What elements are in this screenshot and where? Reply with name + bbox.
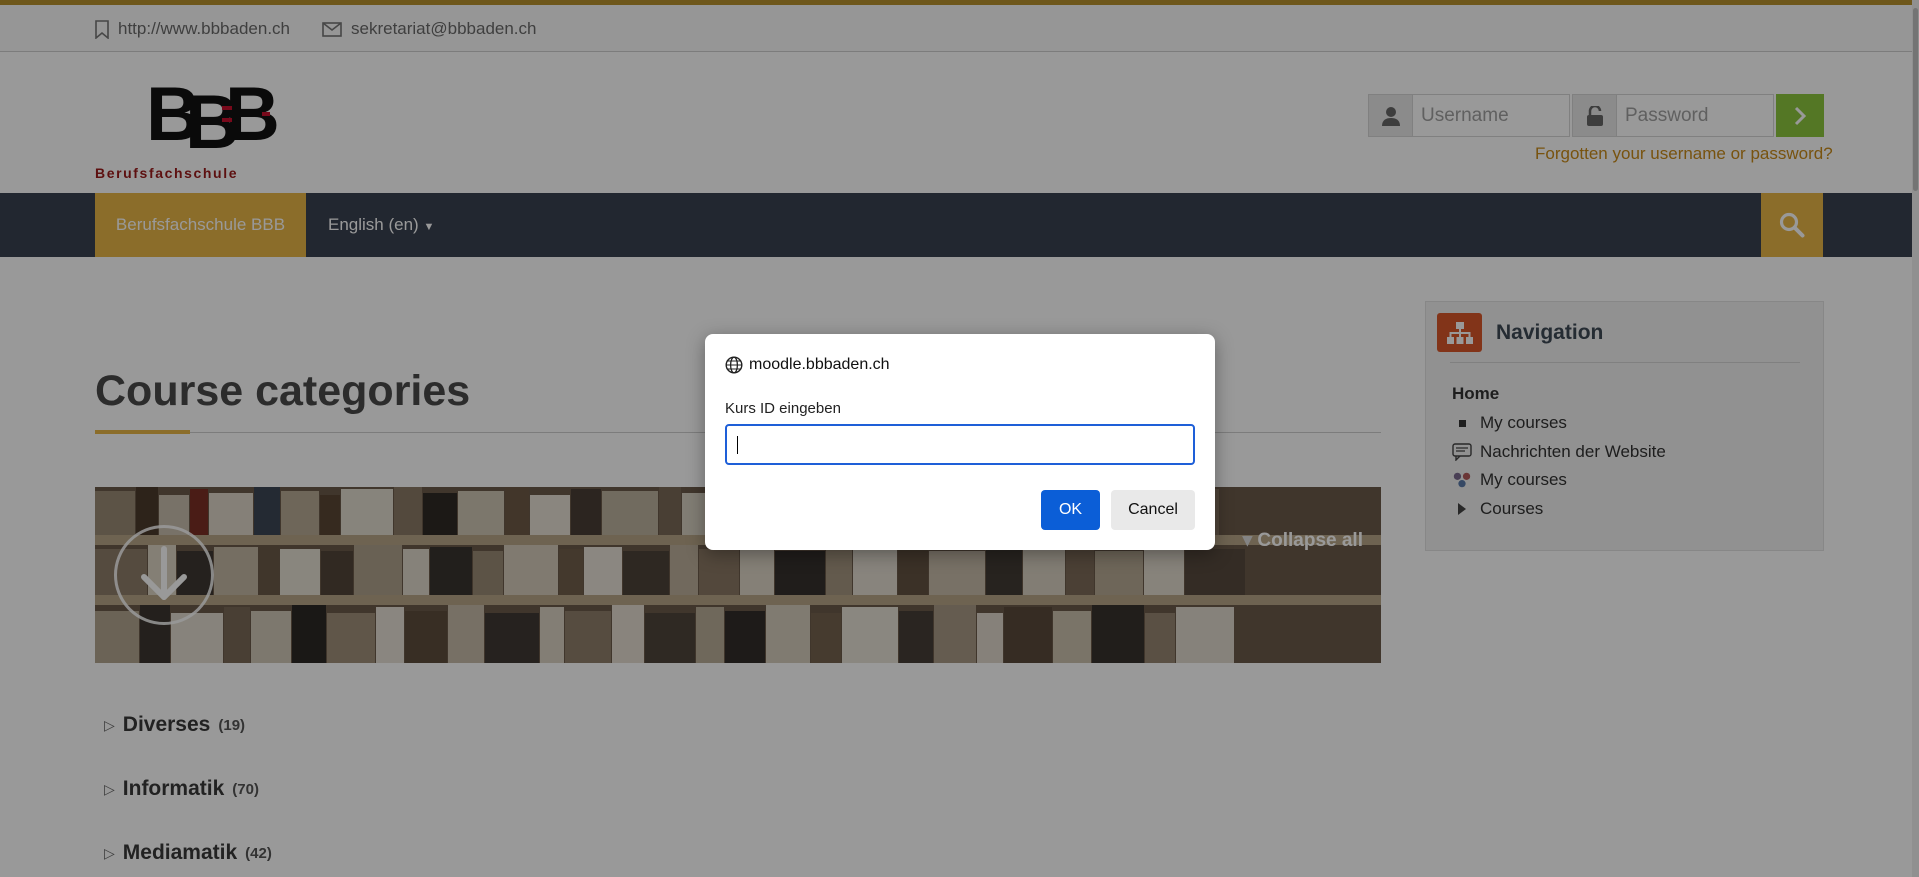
dialog-prompt-label: Kurs ID eingeben [725,400,841,417]
text-caret [737,436,738,454]
course-id-field[interactable] [725,424,1195,465]
ok-button[interactable]: OK [1041,490,1100,530]
dialog-origin: moodle.bbbaden.ch [725,356,890,374]
prompt-dialog: moodle.bbbaden.ch Kurs ID eingeben OK Ca… [705,334,1215,550]
cancel-button[interactable]: Cancel [1111,490,1195,530]
dialog-origin-text: moodle.bbbaden.ch [749,356,890,373]
globe-icon [725,356,743,374]
course-id-input[interactable] [727,426,1193,463]
